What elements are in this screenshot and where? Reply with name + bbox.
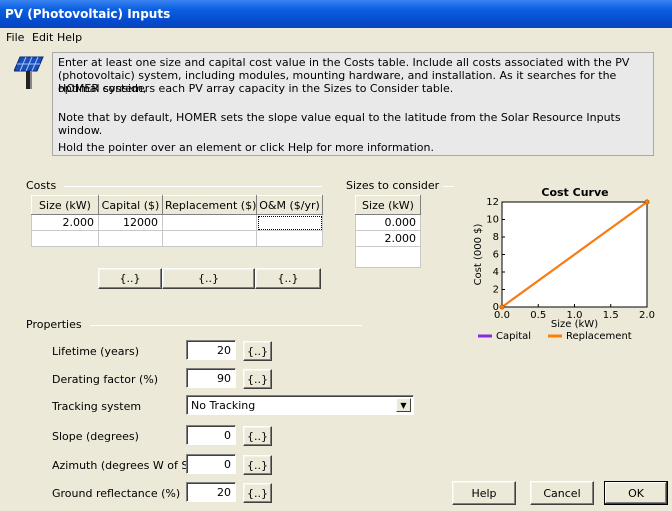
y-tick-label: 2 — [493, 285, 499, 296]
capital-sensitivity-button[interactable]: {..} — [98, 268, 162, 289]
table-row: 2.000 — [355, 230, 421, 247]
derating-label: Derating factor (%) — [52, 373, 159, 386]
menu-help[interactable]: Help — [57, 31, 82, 44]
intro-line-3: HOMER considers each PV array capacity i… — [58, 82, 454, 95]
cost-cell-replacement[interactable] — [162, 214, 257, 231]
derating-sensitivity-button[interactable]: {..} — [243, 369, 272, 389]
lifetime-sensitivity-button[interactable]: {..} — [243, 341, 272, 361]
solar-panel-icon — [14, 56, 44, 89]
tracking-label: Tracking system — [52, 400, 142, 413]
y-tick-label: 8 — [493, 232, 499, 243]
ground-reflectance-sensitivity-button[interactable]: {..} — [243, 483, 272, 503]
col-replacement: Replacement ($) — [162, 195, 257, 215]
x-tick-label: 1.5 — [603, 310, 619, 321]
sizes-label: Sizes to consider — [346, 179, 444, 192]
cost-cell-capital[interactable] — [98, 230, 163, 247]
series-point — [499, 304, 505, 310]
table-row — [355, 246, 421, 268]
col-size: Size (kW) — [31, 195, 99, 215]
intro-line-1: Enter at least one size and capital cost… — [58, 56, 630, 69]
cost-cell-replacement[interactable] — [162, 230, 257, 247]
cost-cell-size[interactable]: 2.000 — [31, 214, 99, 231]
x-axis-label: Size (kW) — [551, 319, 598, 330]
intro-note: Note that by default, HOMER sets the slo… — [58, 111, 621, 137]
ok-button[interactable]: OK — [604, 481, 668, 505]
azimuth-input[interactable]: 0 — [186, 454, 236, 474]
window-title: PV (Photovoltaic) Inputs — [0, 0, 672, 28]
intro-panel: Enter at least one size and capital cost… — [52, 52, 654, 156]
x-tick-label: 2.0 — [639, 310, 655, 321]
table-row: 2.000 12000 — [31, 214, 323, 231]
size-cell[interactable] — [355, 246, 421, 268]
menu-bar: File Edit Help — [0, 28, 672, 48]
legend-label-replacement: Replacement — [566, 331, 632, 342]
cost-cell-size[interactable] — [31, 230, 99, 247]
cost-cell-capital[interactable]: 12000 — [98, 214, 163, 231]
properties-divider — [90, 325, 362, 326]
slope-label: Slope (degrees) — [52, 430, 139, 443]
menu-edit[interactable]: Edit — [32, 31, 53, 44]
om-sensitivity-button[interactable]: {..} — [255, 268, 321, 289]
costs-divider — [64, 186, 322, 187]
costs-table: Size (kW) Capital ($) Replacement ($) O&… — [31, 195, 323, 247]
ground-reflectance-input[interactable]: 20 — [186, 482, 236, 502]
tracking-value: No Tracking — [191, 399, 256, 412]
y-axis-label: Cost (000 $) — [473, 223, 484, 285]
y-tick-label: 10 — [486, 215, 499, 226]
col-size-consider: Size (kW) — [355, 195, 421, 215]
sizes-table: Size (kW) 0.000 2.000 — [355, 195, 421, 268]
slope-input[interactable]: 0 — [186, 425, 236, 445]
derating-input[interactable]: 90 — [186, 368, 236, 388]
size-cell[interactable]: 2.000 — [355, 230, 421, 247]
cost-cell-om[interactable] — [256, 230, 323, 247]
lifetime-input[interactable]: 20 — [186, 340, 236, 360]
properties-label: Properties — [26, 318, 86, 331]
y-tick-label: 6 — [493, 250, 499, 261]
table-row: 0.000 — [355, 214, 421, 231]
size-cell[interactable]: 0.000 — [355, 214, 421, 231]
col-om: O&M ($/yr) — [256, 195, 323, 215]
ground-reflectance-label: Ground reflectance (%) — [52, 487, 181, 500]
cost-cell-om[interactable] — [256, 214, 323, 231]
azimuth-sensitivity-button[interactable]: {..} — [243, 455, 272, 475]
help-button[interactable]: Help — [452, 481, 516, 505]
y-tick-label: 12 — [486, 197, 499, 208]
slope-sensitivity-button[interactable]: {..} — [243, 426, 272, 446]
y-tick-label: 4 — [493, 267, 499, 278]
intro-hint: Hold the pointer over an element or clic… — [58, 141, 435, 154]
cost-curve-chart: 0.0 0.5 1.0 1.5 2.0024681012Size (kW)Cost (0… — [473, 197, 655, 342]
col-capital: Capital ($) — [98, 195, 163, 215]
legend-label-capital: Capital — [496, 331, 531, 342]
table-row — [31, 230, 323, 247]
costs-label: Costs — [26, 179, 61, 192]
y-tick-label: 0 — [493, 302, 499, 313]
tracking-select[interactable]: No Tracking ▼ — [186, 395, 414, 415]
replacement-sensitivity-button[interactable]: {..} — [162, 268, 255, 289]
chevron-down-icon[interactable]: ▼ — [396, 398, 411, 412]
lifetime-label: Lifetime (years) — [52, 345, 140, 358]
x-tick-label: 0.5 — [530, 310, 546, 321]
azimuth-label: Azimuth (degrees W of S) — [52, 459, 193, 472]
cancel-button[interactable]: Cancel — [530, 481, 594, 505]
menu-file[interactable]: File — [6, 31, 24, 44]
series-point — [644, 199, 650, 205]
